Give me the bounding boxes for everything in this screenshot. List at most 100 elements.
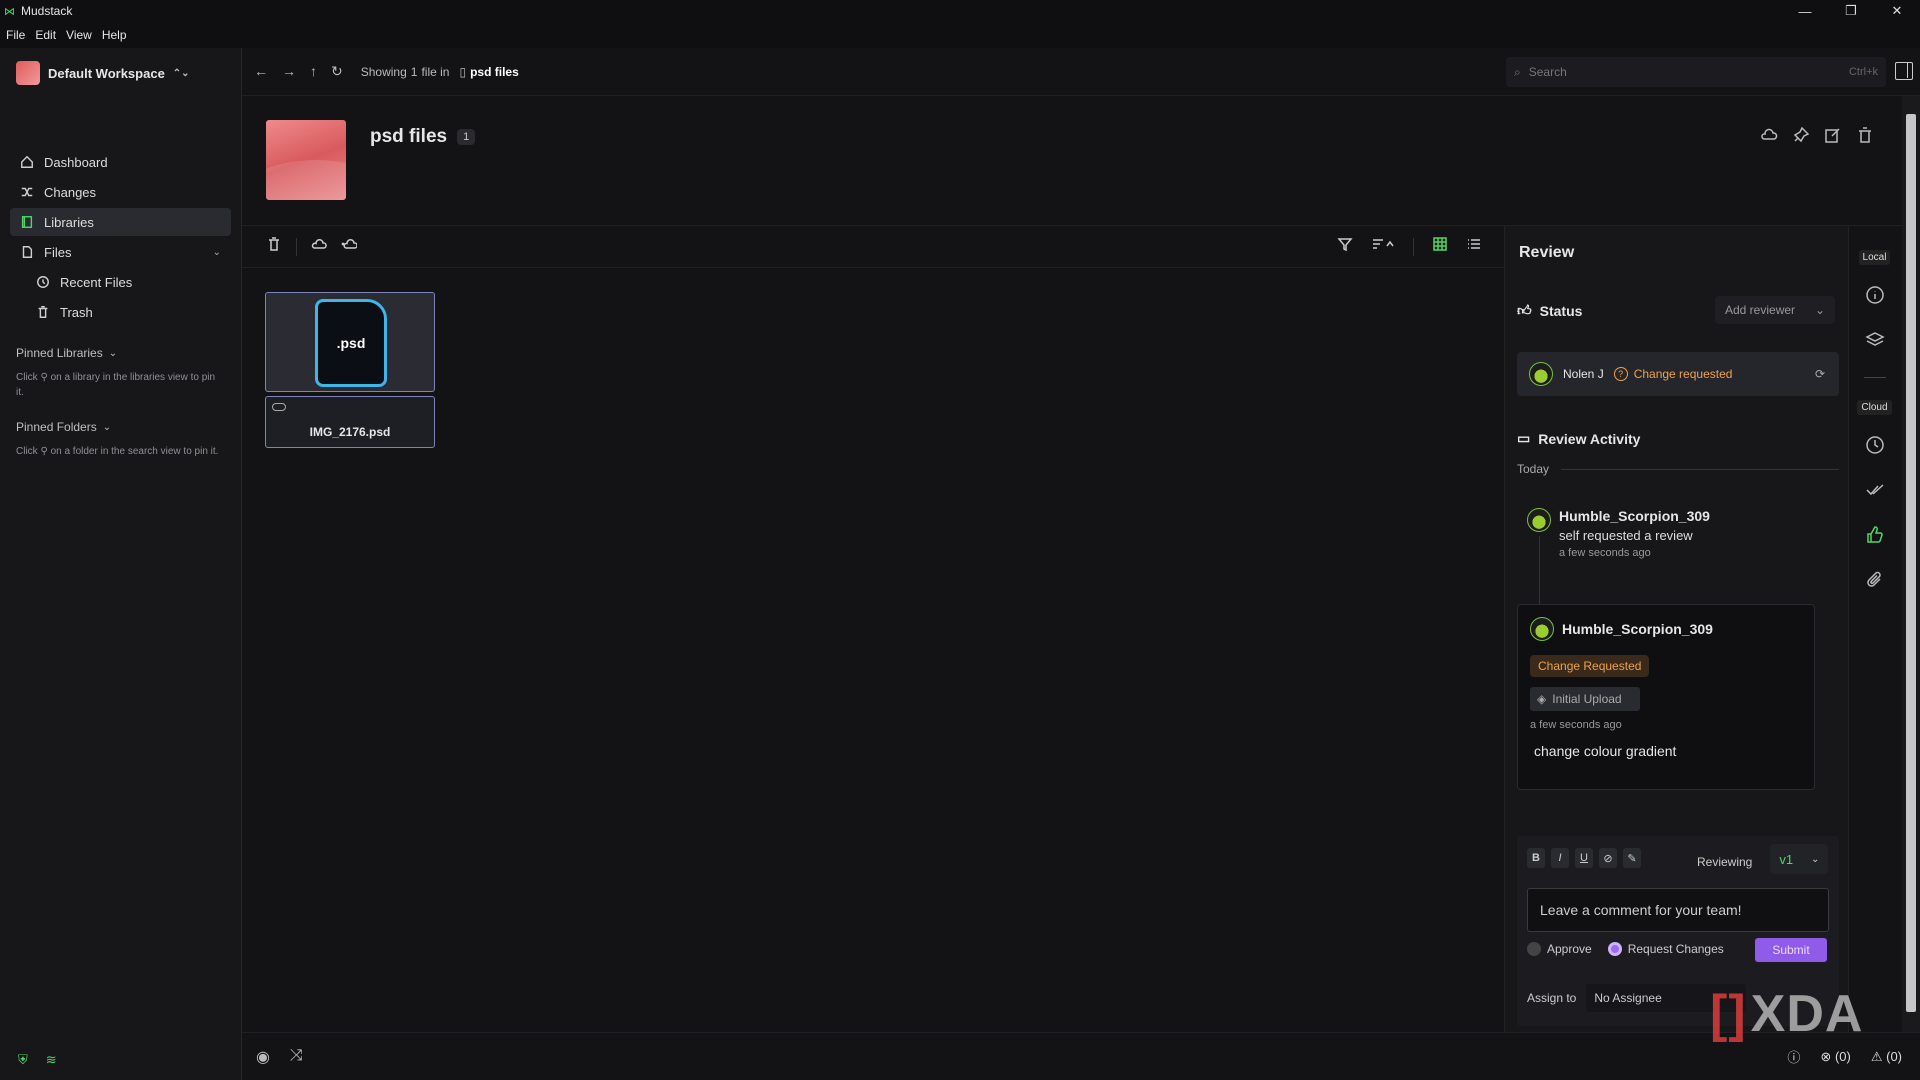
date-divider: Today xyxy=(1517,462,1839,476)
restore-button[interactable]: ❐ xyxy=(1828,0,1874,22)
sidebar-item-recent-files[interactable]: Recent Files xyxy=(10,268,231,296)
cloud-icon[interactable] xyxy=(311,236,327,257)
sidebar-item-libraries[interactable]: Libraries xyxy=(10,208,231,236)
grid-view-icon[interactable] xyxy=(1432,236,1448,257)
version-tag[interactable]: ◈ Initial Upload xyxy=(1530,687,1640,711)
pinned-folders-title: Pinned Folders xyxy=(16,420,97,434)
pinned-libraries-header[interactable]: Pinned Libraries ⌄ xyxy=(16,346,225,360)
menu-help[interactable]: Help xyxy=(102,28,127,42)
toggle-panel-icon[interactable] xyxy=(1895,62,1913,80)
minimize-button[interactable]: — xyxy=(1782,0,1828,22)
list-view-icon[interactable] xyxy=(1466,236,1482,257)
clock-icon[interactable] xyxy=(1865,435,1885,460)
shuffle-icon[interactable]: ⤨ xyxy=(290,1047,303,1067)
nav-buttons: ← → ↑ ↻ xyxy=(242,63,343,80)
breadcrumb-folder[interactable]: psd files xyxy=(470,65,519,79)
trash-icon xyxy=(36,305,50,319)
search-icon: ⌕ xyxy=(1514,64,1521,79)
pinned-folders-header[interactable]: Pinned Folders ⌄ xyxy=(16,420,225,434)
menu-view[interactable]: View xyxy=(66,28,92,42)
up-arrow-icon[interactable]: ↑ xyxy=(310,63,317,80)
search-input[interactable] xyxy=(1528,65,1841,79)
trash-icon[interactable] xyxy=(1856,126,1874,149)
file-name-card[interactable]: IMG_2176.psd xyxy=(265,396,435,448)
watermark-text: XDA xyxy=(1750,985,1864,1043)
refresh-icon[interactable]: ⟳ xyxy=(1815,367,1825,381)
italic-button[interactable]: I xyxy=(1551,848,1569,868)
filter-icon[interactable] xyxy=(1337,236,1353,257)
sort-icon[interactable] xyxy=(1371,236,1395,257)
info-icon[interactable] xyxy=(1865,285,1885,310)
shuffle-icon xyxy=(20,185,34,199)
warnings-count[interactable]: ⚠ (0) xyxy=(1871,1049,1902,1065)
menu-edit[interactable]: Edit xyxy=(35,28,56,42)
version-value: v1 xyxy=(1779,851,1794,867)
file-name: IMG_2176.psd xyxy=(309,425,391,439)
review-activity-label: Review Activity xyxy=(1538,430,1641,447)
request-changes-radio[interactable] xyxy=(1607,942,1622,956)
bold-button[interactable]: B xyxy=(1527,848,1545,868)
sidebar-item-label: Dashboard xyxy=(44,154,108,170)
approve-radio[interactable] xyxy=(1527,942,1541,956)
workspace-logo xyxy=(16,61,40,85)
help-icon[interactable]: ⓘ xyxy=(1787,1047,1800,1066)
review-activity-header: ▭ Review Activity xyxy=(1517,430,1640,447)
comment-input[interactable] xyxy=(1527,888,1829,932)
submit-button[interactable]: Submit xyxy=(1755,938,1827,962)
eye-icon[interactable]: ◉ xyxy=(256,1047,270,1067)
timeline-line xyxy=(1539,536,1540,606)
sidebar-item-trash[interactable]: Trash xyxy=(10,298,231,326)
avatar xyxy=(1530,617,1554,641)
cloud-icon[interactable] xyxy=(1760,126,1778,149)
underline-button[interactable]: U xyxy=(1575,848,1593,868)
scrollbar[interactable] xyxy=(1902,96,1920,1032)
library-title-row: psd files 1 xyxy=(370,126,476,148)
search-box[interactable]: ⌕ Ctrl+k xyxy=(1506,57,1886,87)
back-arrow-icon[interactable]: ← xyxy=(254,63,268,80)
pin-icon[interactable] xyxy=(1792,126,1810,149)
errors-value: (0) xyxy=(1834,1048,1851,1064)
chevron-down-icon: ⌄ xyxy=(108,347,118,359)
layers-icon[interactable] xyxy=(1864,330,1885,355)
layers-icon: ◈ xyxy=(1537,692,1547,706)
review-title: Review xyxy=(1519,244,1575,261)
cloud-remove-icon[interactable] xyxy=(341,236,358,257)
menu-file[interactable]: File xyxy=(6,28,25,42)
chevron-down-icon[interactable]: ⌄ xyxy=(213,247,221,258)
errors-count[interactable]: ⊗ (0) xyxy=(1820,1049,1850,1065)
pinned-libraries-title: Pinned Libraries xyxy=(16,346,103,360)
wifi-icon[interactable]: ≋ xyxy=(46,1052,57,1068)
user-avatar[interactable] xyxy=(0,98,241,148)
add-reviewer-dropdown[interactable]: Add reviewer ⌄ xyxy=(1715,296,1835,324)
library-header: psd files 1 xyxy=(242,96,1902,226)
sidebar-item-files[interactable]: Files ⌄ xyxy=(10,238,231,266)
scrollbar-thumb[interactable] xyxy=(1906,114,1916,1012)
attach-button[interactable]: ⊘ xyxy=(1599,848,1617,868)
trash-icon[interactable] xyxy=(266,236,282,257)
thumbs-up-icon[interactable] xyxy=(1865,525,1885,550)
edit-icon[interactable] xyxy=(1824,126,1842,149)
chevron-updown-icon: ⌃⌄ xyxy=(172,67,190,79)
sidebar-item-changes[interactable]: Changes xyxy=(10,178,231,206)
paperclip-icon[interactable] xyxy=(1865,570,1885,595)
date-label: Today xyxy=(1517,462,1550,476)
shield-icon[interactable]: ⛨ xyxy=(18,1052,28,1068)
close-button[interactable]: ✕ xyxy=(1874,0,1920,22)
event-time: a few seconds ago xyxy=(1559,547,1651,559)
draw-button[interactable]: ✎ xyxy=(1623,848,1641,868)
sidebar-item-label: Recent Files xyxy=(60,274,133,290)
cloud-label: Cloud xyxy=(1857,400,1892,415)
history-icon xyxy=(36,275,50,289)
sidebar-item-label: Changes xyxy=(44,184,97,200)
title-bar: ⋈ Mudstack — ❐ ✕ xyxy=(0,0,1920,22)
double-check-icon[interactable] xyxy=(1865,480,1885,505)
reviewer-status-label: Change requested xyxy=(1633,367,1733,381)
forward-arrow-icon[interactable]: → xyxy=(282,63,296,80)
file-icon xyxy=(20,245,34,259)
refresh-icon[interactable]: ↻ xyxy=(331,63,343,80)
sidebar-item-dashboard[interactable]: Dashboard xyxy=(10,148,231,176)
version-select[interactable]: v1 ⌄ xyxy=(1770,844,1829,874)
showing-suffix: file in xyxy=(421,64,450,79)
workspace-switcher[interactable]: Default Workspace ⌃⌄ xyxy=(0,48,241,98)
file-thumbnail-card[interactable]: .psd xyxy=(265,292,435,392)
